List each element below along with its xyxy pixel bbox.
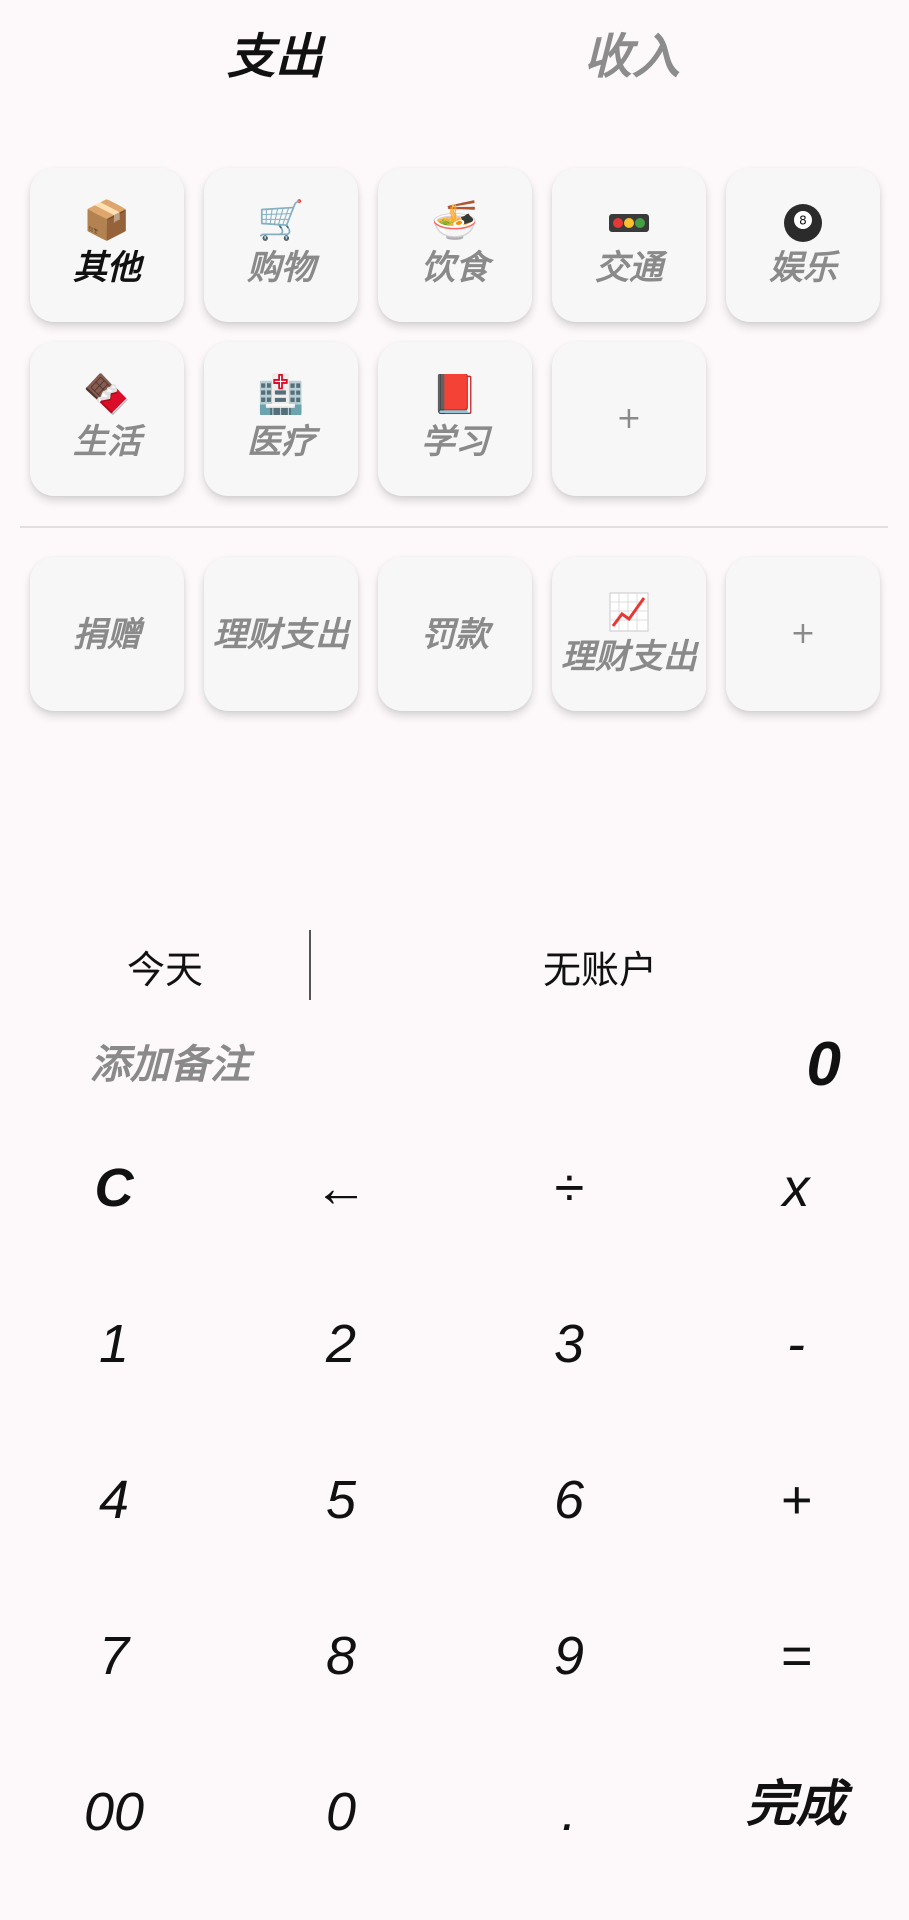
digit-2-key[interactable]: 2 [227,1266,455,1422]
digit-1-key[interactable]: 1 [0,1266,228,1422]
add-category-button[interactable]: + [552,342,706,496]
category-label: 罚款 [421,615,489,655]
info-bar: 今天 无账户 [0,930,909,1010]
package-icon: 📦 [83,198,131,242]
svg-text:8: 8 [799,213,807,227]
section-divider [20,526,888,528]
add-custom-category-button[interactable]: + [726,557,880,711]
category-label: 购物 [247,248,315,288]
category-donation[interactable]: 捐赠 [30,557,184,711]
category-label: 理财支出 [213,615,349,655]
category-label: 医疗 [247,422,315,462]
tab-income[interactable]: 收入 [532,22,732,92]
category-label: 娱乐 [769,248,837,288]
keypad: C ← ÷ x 1 2 3 - 4 5 6 + 7 8 9 = 00 0 . 完… [0,1110,909,1910]
hospital-icon: 🏥 [257,372,305,416]
plus-key[interactable]: + [682,1422,909,1578]
type-tabs: 支出 收入 [0,0,909,110]
chocolate-bar-icon: 🍫 [83,372,131,416]
digit-3-key[interactable]: 3 [455,1266,683,1422]
decimal-key[interactable]: . [455,1734,683,1890]
note-input[interactable]: 添加备注 [90,1035,250,1095]
category-investment-expense[interactable]: 理财支出 [204,557,358,711]
account-selector[interactable]: 无账户 [500,940,700,1000]
backspace-key[interactable]: ← [227,1110,455,1266]
digit-0-key[interactable]: 0 [227,1734,455,1890]
multiply-key[interactable]: x [682,1110,909,1266]
category-label: 捐赠 [73,615,141,655]
add-category-plus: + [790,616,816,651]
tab-expense[interactable]: 支出 [175,22,375,92]
category-medical[interactable]: 🏥 医疗 [204,342,358,496]
digit-4-key[interactable]: 4 [0,1422,228,1578]
clear-key[interactable]: C [0,1110,228,1266]
category-transport[interactable]: 交通 [552,168,706,322]
done-button[interactable]: 完成 [682,1734,909,1890]
digit-9-key[interactable]: 9 [455,1578,683,1734]
category-label: 理财支出 [561,637,697,677]
category-other[interactable]: 📦 其他 [30,168,184,322]
equals-key[interactable]: = [682,1578,909,1734]
category-entertainment[interactable]: 8 娱乐 [726,168,880,322]
category-label: 交通 [595,248,663,288]
minus-key[interactable]: - [682,1266,909,1422]
digit-6-key[interactable]: 6 [455,1422,683,1578]
category-label: 饮食 [421,248,489,288]
category-fine[interactable]: 罚款 [378,557,532,711]
digit-7-key[interactable]: 7 [0,1578,228,1734]
vertical-divider [309,930,311,1000]
custom-category-row: 捐赠 理财支出 罚款 理财支出 + [30,557,890,711]
amount-display: 0 [806,1030,841,1099]
category-life[interactable]: 🍫 生活 [30,342,184,496]
category-label: 生活 [73,422,141,462]
divide-key[interactable]: ÷ [455,1110,683,1266]
category-row-2: 🍫 生活 🏥 医疗 📕 学习 + [30,342,890,496]
double-zero-key[interactable]: 00 [0,1734,228,1890]
billiard-ball-icon: 8 [726,198,880,243]
category-shopping[interactable]: 🛒 购物 [204,168,358,322]
digit-8-key[interactable]: 8 [227,1578,455,1734]
category-label: 其他 [73,248,141,288]
noodle-bowl-icon: 🍜 [431,198,479,242]
date-selector[interactable]: 今天 [85,940,245,1000]
category-food[interactable]: 🍜 饮食 [378,168,532,322]
category-investment-expense-2[interactable]: 理财支出 [552,557,706,711]
traffic-light-icon [552,198,706,242]
digit-5-key[interactable]: 5 [227,1422,455,1578]
shopping-cart-icon: 🛒 [257,198,305,242]
category-label: 学习 [421,422,489,462]
chart-increasing-icon [552,587,706,632]
book-icon: 📕 [431,372,479,416]
category-row-1: 📦 其他 🛒 购物 🍜 饮食 交通 8 娱乐 [30,168,890,322]
category-study[interactable]: 📕 学习 [378,342,532,496]
add-category-plus: + [616,401,642,436]
